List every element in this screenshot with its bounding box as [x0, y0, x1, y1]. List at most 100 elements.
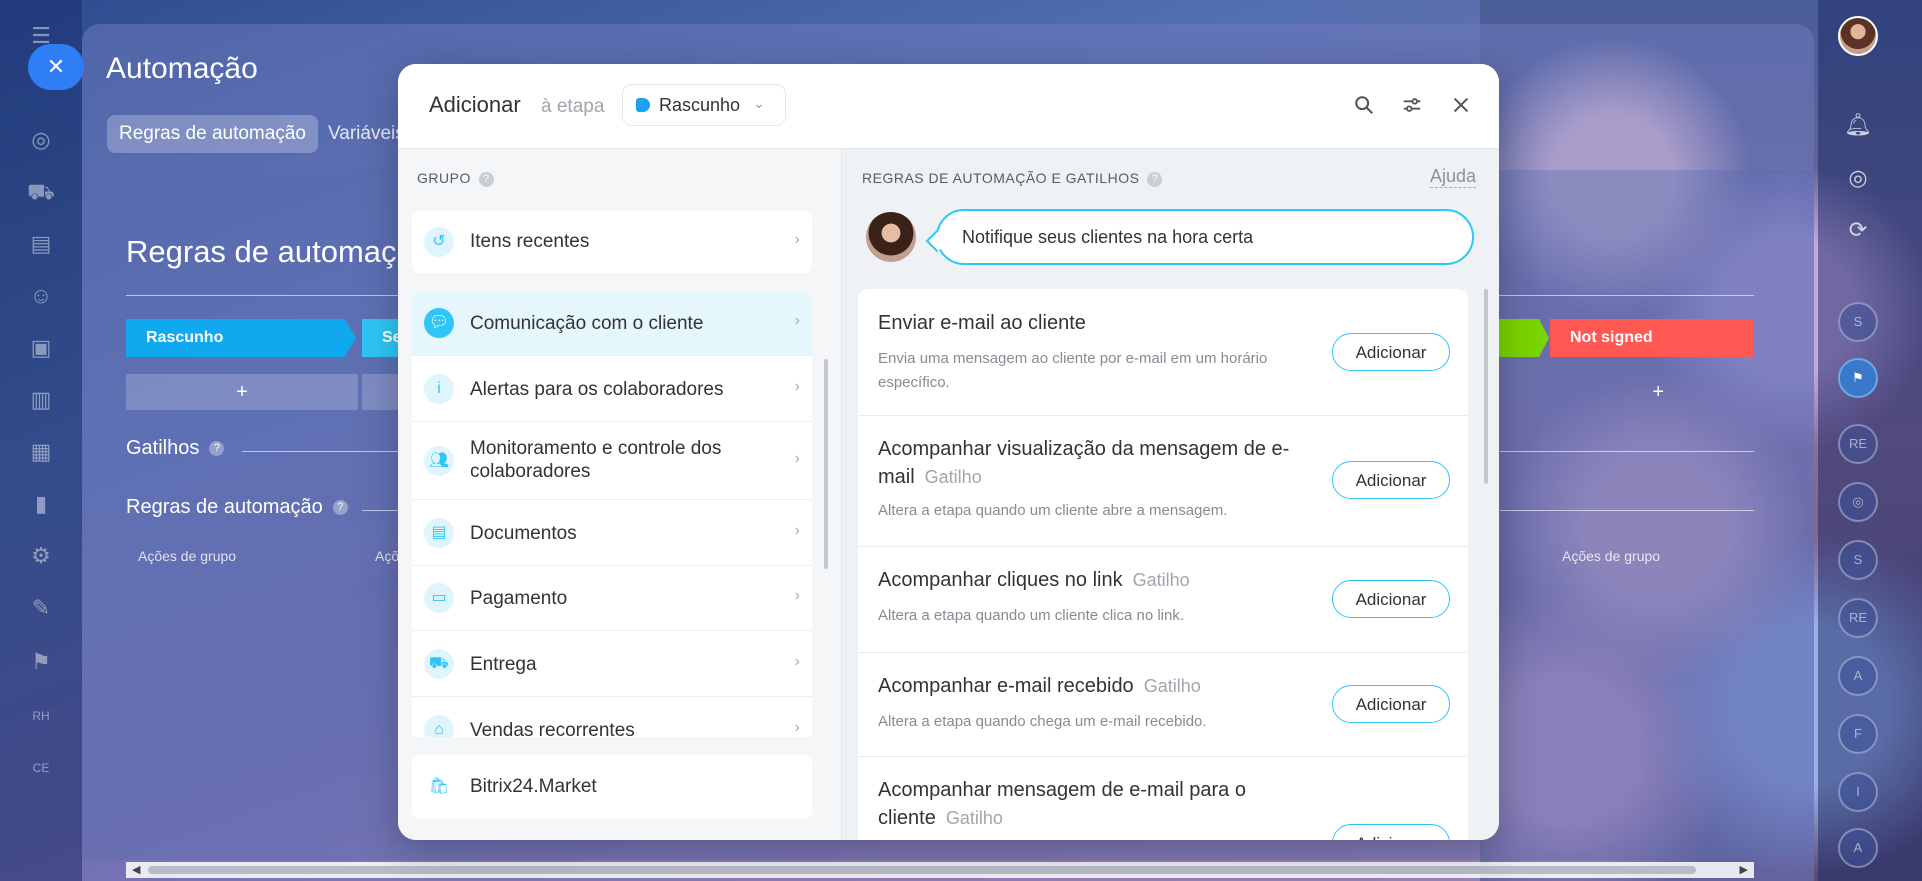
hint-bubble: Notifique seus clientes na hora certa	[936, 209, 1474, 265]
add-rule-button[interactable]: Adicionar	[1332, 824, 1450, 840]
settings-icon[interactable]: ⚙	[27, 542, 55, 570]
add-rule-plus-button[interactable]: +	[126, 374, 358, 410]
page-title: Automação	[106, 52, 258, 85]
group-item-delivery[interactable]: ⛟ Entrega ›	[412, 631, 812, 697]
rail-avatar[interactable]: RE	[1838, 424, 1878, 464]
cart-icon[interactable]: ⛟	[27, 178, 55, 206]
card-icon[interactable]: ▤	[27, 230, 55, 258]
close-icon[interactable]	[1446, 90, 1476, 120]
help-icon[interactable]: ?	[332, 500, 348, 516]
rule-item: Enviar e-mail ao cliente Envia uma mensa…	[858, 289, 1468, 416]
group-item-label: Pagamento	[470, 588, 568, 609]
help-icon[interactable]: ?	[209, 441, 225, 457]
rules-list-scrollbar[interactable]	[1484, 289, 1488, 484]
stage-select[interactable]: Rascunho ⌄	[622, 84, 786, 126]
group-item-communication[interactable]: 💬︎ Comunicação com o cliente ›	[412, 291, 812, 356]
basket-icon: ⌂	[424, 715, 454, 737]
chevron-right-icon: ›	[794, 653, 800, 670]
add-rule-plus-button[interactable]: +	[1550, 374, 1754, 410]
triggers-label: Gatilhos?	[126, 437, 225, 460]
group-panel-title: GRUPO?	[417, 170, 494, 187]
rail-avatar[interactable]: A	[1838, 828, 1878, 868]
group-item-payment[interactable]: ▭ Pagamento ›	[412, 566, 812, 631]
rail-avatar[interactable]: S	[1838, 302, 1878, 342]
automation-icon[interactable]: ⚑	[27, 648, 55, 676]
trigger-badge: Gatilho	[924, 467, 982, 487]
recent-items[interactable]: ↺ Itens recentes ›	[412, 211, 812, 273]
group-item-recurring-sales[interactable]: ⌂ Vendas recorrentes ›	[412, 697, 812, 737]
divider	[362, 510, 402, 511]
bell-icon[interactable]: 🔔︎	[1840, 107, 1876, 143]
horizontal-scrollbar[interactable]: ◀ ▶	[126, 862, 1754, 878]
rule-description: Altera a etapa quando chega um e-mail re…	[878, 713, 1207, 730]
rule-title-text: Acompanhar cliques no link	[878, 569, 1123, 591]
edit-doc-icon[interactable]: ✎	[27, 594, 55, 622]
target-icon[interactable]: ◎	[1838, 482, 1878, 522]
target-icon[interactable]: ◎	[27, 126, 55, 154]
chevron-right-icon: ›	[794, 231, 800, 248]
scroll-right-icon[interactable]: ▶	[1740, 862, 1748, 878]
rail-avatar[interactable]: RE	[1838, 598, 1878, 638]
rail-avatar[interactable]: S	[1838, 540, 1878, 580]
stage-rascunho[interactable]: Rascunho	[126, 319, 356, 357]
sync-icon[interactable]: ⟳	[1840, 212, 1876, 248]
add-rule-button[interactable]: Adicionar	[1332, 333, 1450, 371]
group-item-documents[interactable]: ▤ Documentos ›	[412, 500, 812, 566]
rule-title: Acompanhar visualização da mensagem de e…	[878, 435, 1308, 491]
chevron-right-icon: ›	[794, 312, 800, 329]
chart-icon[interactable]: ▮	[27, 490, 55, 518]
stage-green[interactable]	[1499, 319, 1549, 357]
add-rule-button[interactable]: Adicionar	[1332, 461, 1450, 499]
rules-list: Enviar e-mail ao cliente Envia uma mensa…	[858, 289, 1468, 840]
chevron-right-icon: ›	[794, 450, 800, 467]
add-automation-dialog: Adicionar à etapa Rascunho ⌄ GRUPO? ↺ It…	[398, 64, 1499, 840]
chat-icon: 💬︎	[424, 308, 454, 338]
rule-item: Acompanhar visualização da mensagem de e…	[858, 415, 1468, 547]
group-item-label: Monitoramento e controle dos colaborador…	[470, 438, 722, 482]
bookmark-icon[interactable]: ⚑	[1838, 358, 1878, 398]
scrollbar-thumb[interactable]	[148, 866, 1696, 874]
group-actions-link[interactable]: Ações de grupo	[1562, 548, 1660, 564]
rule-description: Altera a etapa quando um cliente abre a …	[878, 502, 1228, 519]
group-actions-link[interactable]: Açõ	[375, 548, 399, 564]
rail-avatar[interactable]: A	[1838, 656, 1878, 696]
truck-icon: ⛟	[424, 649, 454, 679]
group-actions-link[interactable]: Ações de grupo	[138, 548, 236, 564]
filter-icon[interactable]	[1397, 90, 1427, 120]
stage-not-signed[interactable]: Not signed	[1550, 319, 1754, 357]
tab-automation-rules[interactable]: Regras de automação	[107, 115, 318, 153]
chevron-down-icon: ⌄	[753, 95, 765, 111]
add-rule-button[interactable]: Adicionar	[1332, 580, 1450, 618]
chevron-right-icon: ›	[794, 378, 800, 395]
box-icon[interactable]: ▣	[27, 334, 55, 362]
target-icon[interactable]: ◎	[1840, 160, 1876, 196]
group-item-monitoring[interactable]: 👥︎ Monitoramento e controle dos colabora…	[412, 422, 812, 500]
rule-title-text: Acompanhar e-mail recebido	[878, 675, 1134, 697]
group-list-scrollbar[interactable]	[824, 359, 828, 569]
add-rule-plus-button[interactable]	[362, 374, 402, 410]
stage-select-value: Rascunho	[659, 95, 741, 115]
search-icon[interactable]	[1349, 90, 1379, 120]
scroll-left-icon[interactable]: ◀	[132, 862, 140, 878]
group-item-label: Vendas recorrentes	[470, 720, 635, 737]
rule-title: Acompanhar cliques no link Gatilho	[878, 566, 1308, 594]
tab-variables[interactable]: Variáveis	[328, 115, 405, 153]
rail-avatar[interactable]: I	[1838, 772, 1878, 812]
add-rule-button[interactable]: Adicionar	[1332, 685, 1450, 723]
user-avatar[interactable]	[1838, 16, 1878, 56]
building-icon[interactable]: ▥	[27, 386, 55, 414]
group-item-alerts[interactable]: i Alertas para os colaboradores ›	[412, 356, 812, 422]
help-icon[interactable]: ?	[1147, 172, 1163, 187]
rule-item: Acompanhar mensagem de e-mail para o cli…	[858, 756, 1468, 840]
nav-label-rh[interactable]: RH	[27, 702, 55, 730]
robot-icon[interactable]: ☺	[27, 282, 55, 310]
help-icon[interactable]: ?	[478, 172, 494, 187]
rule-description: Altera a etapa quando um cliente clica n…	[878, 607, 1185, 624]
calendar-icon[interactable]: ▦	[27, 438, 55, 466]
rail-avatar[interactable]: F	[1838, 714, 1878, 754]
close-slider-button[interactable]: ✕	[28, 44, 84, 90]
dialog-header: Adicionar à etapa Rascunho ⌄	[398, 64, 1499, 149]
help-link[interactable]: Ajuda	[1429, 166, 1476, 188]
market-item[interactable]: 🛍︎ Bitrix24.Market	[412, 755, 812, 819]
nav-label-ce[interactable]: CE	[27, 754, 55, 782]
